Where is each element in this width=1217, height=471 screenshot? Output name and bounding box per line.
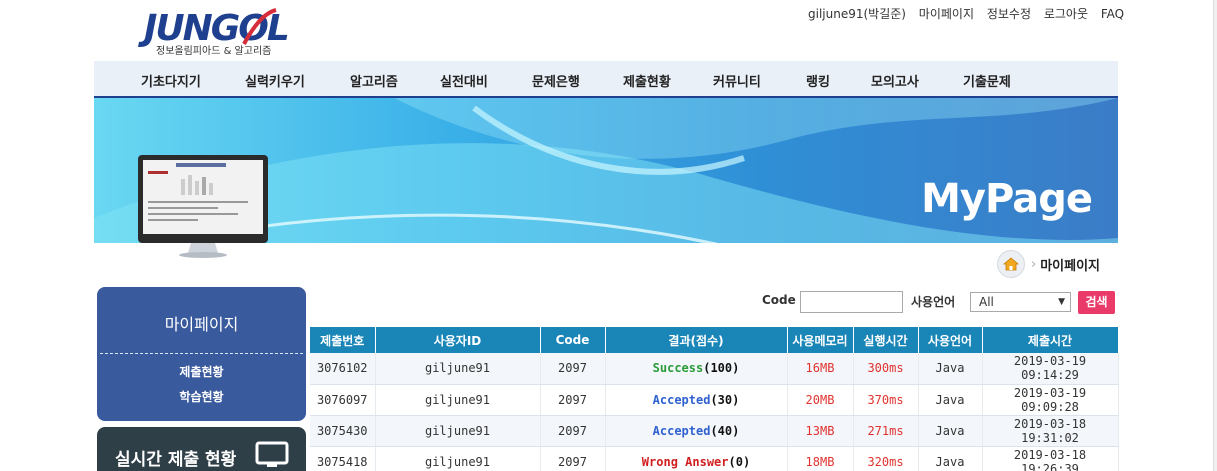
cell-time: 300ms xyxy=(853,353,919,385)
cell-memory: 16MB xyxy=(787,353,854,385)
nav-item-submissions[interactable]: 제출현황 xyxy=(623,71,671,90)
table-row[interactable]: 3076102 giljune91 2097 Success(100) 16MB… xyxy=(310,353,1119,385)
home-button[interactable] xyxy=(997,250,1025,278)
col-header-result: 결과(점수) xyxy=(605,327,788,353)
result-status: Success xyxy=(652,361,704,376)
cell-code[interactable]: 2097 xyxy=(540,446,606,471)
monitor-graphic xyxy=(138,155,268,258)
cell-memory: 13MB xyxy=(787,415,854,447)
cell-result[interactable]: Success(100) xyxy=(605,353,788,385)
edit-info-link[interactable]: 정보수정 xyxy=(987,7,1031,21)
nav-item-basics[interactable]: 기초다지기 xyxy=(141,71,201,90)
sidebar-mypage-box: 마이페이지 제출현황 학습현황 xyxy=(97,287,306,421)
result-score: (40) xyxy=(710,423,740,438)
cell-memory: 20MB xyxy=(787,384,854,416)
cell-submission-no[interactable]: 3076097 xyxy=(310,384,376,416)
site-logo[interactable]: JUNGOL 정보올림피아드 & 알고리즘 xyxy=(140,8,310,58)
language-label: 사용언어 xyxy=(911,295,956,309)
top-links: giljune91(박길준) 마이페이지 정보수정 로그아웃 FAQ xyxy=(808,5,1133,22)
live-submissions-title: 실시간 제출 현황 xyxy=(115,450,237,470)
cell-user-id[interactable]: giljune91 xyxy=(375,353,541,385)
cell-language: Java xyxy=(918,446,983,471)
logo-subtitle: 정보올림피아드 & 알고리즘 xyxy=(156,46,272,57)
cell-language: Java xyxy=(918,384,983,416)
table-row[interactable]: 3075430 giljune91 2097 Accepted(40) 13MB… xyxy=(310,415,1119,447)
cell-time: 370ms xyxy=(853,384,919,416)
breadcrumb-current: 마이페이지 xyxy=(1040,258,1101,274)
mypage-link[interactable]: 마이페이지 xyxy=(919,7,974,21)
cell-submission-no[interactable]: 3075430 xyxy=(310,415,376,447)
cell-language: Java xyxy=(918,415,983,447)
sidebar-item-learning[interactable]: 학습현황 xyxy=(97,388,306,405)
cell-submitted-at: 2019-03-18 19:26:39 xyxy=(982,446,1119,471)
cell-memory: 18MB xyxy=(787,446,854,471)
logout-link[interactable]: 로그아웃 xyxy=(1044,7,1088,21)
col-header-user-id: 사용자ID xyxy=(375,327,541,353)
monitor-icon xyxy=(255,441,289,467)
live-submissions-box[interactable]: 실시간 제출 현황 xyxy=(97,427,306,471)
cell-submitted-at: 2019-03-19 09:09:28 xyxy=(982,384,1119,416)
main-nav: 기초다지기 실력키우기 알고리즘 실전대비 문제은행 제출현황 커뮤니티 랭킹 … xyxy=(94,61,1118,98)
cell-time: 320ms xyxy=(853,446,919,471)
cell-submitted-at: 2019-03-19 09:14:29 xyxy=(982,353,1119,385)
nav-item-community[interactable]: 커뮤니티 xyxy=(713,71,761,90)
result-status: Accepted xyxy=(652,392,711,407)
vertical-scrollbar[interactable] xyxy=(1213,0,1217,471)
nav-item-algorithm[interactable]: 알고리즘 xyxy=(350,71,398,90)
faq-link[interactable]: FAQ xyxy=(1101,7,1124,21)
dropdown-arrow-icon: ▼ xyxy=(1058,297,1065,307)
col-header-memory: 사용메모리 xyxy=(787,327,854,353)
cell-result[interactable]: Accepted(40) xyxy=(605,415,788,447)
col-header-submission-no: 제출번호 xyxy=(310,327,376,353)
sidebar-title: 마이페이지 xyxy=(164,315,239,334)
cell-submitted-at: 2019-03-18 19:31:02 xyxy=(982,415,1119,447)
cell-code[interactable]: 2097 xyxy=(540,353,606,385)
code-input[interactable] xyxy=(800,291,903,313)
result-status: Accepted xyxy=(652,423,711,438)
submission-table: 제출번호 사용자ID Code 결과(점수) 사용메모리 실행시간 사용언어 제… xyxy=(310,327,1119,471)
table-header-row: 제출번호 사용자ID Code 결과(점수) 사용메모리 실행시간 사용언어 제… xyxy=(310,327,1119,353)
code-label: Code xyxy=(762,293,796,307)
cell-result[interactable]: Accepted(30) xyxy=(605,384,788,416)
cell-result[interactable]: Wrong Answer(0) xyxy=(605,446,788,471)
result-score: (100) xyxy=(703,361,740,376)
page-banner: MyPage xyxy=(94,98,1118,281)
col-header-code: Code xyxy=(540,327,606,353)
cell-code[interactable]: 2097 xyxy=(540,415,606,447)
col-header-language: 사용언어 xyxy=(918,327,983,353)
breadcrumb: › 마이페이지 xyxy=(997,249,1100,279)
result-status: Wrong Answer xyxy=(641,454,729,469)
cell-language: Java xyxy=(918,353,983,385)
table-row[interactable]: 3076097 giljune91 2097 Accepted(30) 20MB… xyxy=(310,384,1119,416)
cell-submission-no[interactable]: 3076102 xyxy=(310,353,376,385)
result-score: (30) xyxy=(710,392,740,407)
chevron-right-icon: › xyxy=(1031,256,1037,272)
language-selected-value: All xyxy=(979,295,994,309)
table-row[interactable]: 3075418 giljune91 2097 Wrong Answer(0) 1… xyxy=(310,446,1119,471)
search-button[interactable]: 검색 xyxy=(1078,291,1115,314)
user-name: giljune91(박길준) xyxy=(808,7,906,21)
sidebar-item-submissions[interactable]: 제출현황 xyxy=(97,363,306,380)
nav-item-mock-exam[interactable]: 모의고사 xyxy=(871,71,919,90)
cell-time: 271ms xyxy=(853,415,919,447)
cell-user-id[interactable]: giljune91 xyxy=(375,415,541,447)
cell-submission-no[interactable]: 3075418 xyxy=(310,446,376,471)
sidebar-divider xyxy=(100,353,303,354)
cell-user-id[interactable]: giljune91 xyxy=(375,446,541,471)
col-header-time: 실행시간 xyxy=(853,327,919,353)
nav-item-practice[interactable]: 실전대비 xyxy=(440,71,488,90)
nav-item-skill-up[interactable]: 실력키우기 xyxy=(245,71,305,90)
cell-user-id[interactable]: giljune91 xyxy=(375,384,541,416)
nav-item-ranking[interactable]: 랭킹 xyxy=(806,71,830,90)
banner-title: MyPage xyxy=(921,176,1093,222)
cell-code[interactable]: 2097 xyxy=(540,384,606,416)
col-header-submitted-at: 제출시간 xyxy=(982,327,1119,353)
language-select[interactable]: All ▼ xyxy=(970,292,1071,312)
result-score: (0) xyxy=(728,454,751,469)
nav-item-past-exams[interactable]: 기출문제 xyxy=(963,71,1011,90)
nav-item-problem-bank[interactable]: 문제은행 xyxy=(532,71,580,90)
home-icon xyxy=(1003,257,1019,271)
